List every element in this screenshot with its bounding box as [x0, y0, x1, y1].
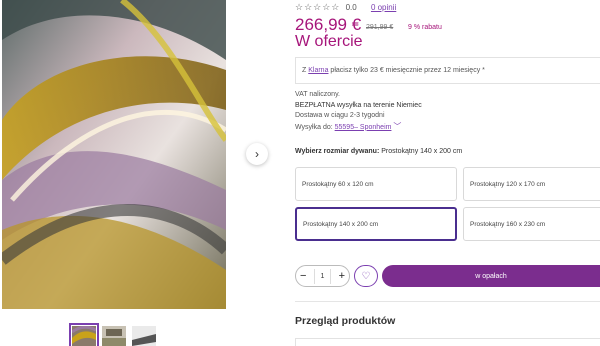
shipping-info: VAT naliczony. BEZPŁATNA wysyłka na tere…	[295, 90, 422, 133]
rating: ☆☆☆☆☆ 0.0 0 opinii	[295, 2, 396, 13]
rating-score: 0.0	[345, 3, 357, 12]
thumbnail-side[interactable]	[132, 326, 156, 346]
quantity-value[interactable]: 1	[313, 268, 332, 284]
thumbnail-room[interactable]	[102, 326, 126, 346]
ship-to-label: Wysyłka do:	[295, 123, 333, 131]
divider	[295, 301, 600, 302]
rug-side-thumb	[132, 326, 156, 346]
chevron-down-icon[interactable]: ﹀	[393, 122, 401, 131]
quantity-decrease-button[interactable]: −	[300, 270, 306, 282]
vat-note: VAT naliczony.	[295, 91, 341, 98]
klarna-prefix: Z	[302, 67, 307, 74]
quantity-increase-button[interactable]: +	[339, 270, 345, 282]
chevron-right-icon: ›	[255, 147, 259, 161]
current-price: 266,99 €	[295, 15, 362, 34]
size-label-text: Wybierz rozmiar dywanu:	[295, 148, 380, 155]
rug-pattern-image	[2, 0, 226, 309]
size-option-160x230[interactable]: Prostokątny 160 x 230 cm	[463, 207, 600, 241]
star-rating-icon: ☆☆☆☆☆	[295, 2, 341, 12]
reviews-heading: Przegląd produktów	[295, 315, 396, 327]
thumbnail-pattern[interactable]	[69, 323, 99, 346]
thumbnail-strip	[69, 323, 156, 346]
product-image[interactable]	[2, 0, 226, 309]
next-image-button[interactable]: ›	[246, 143, 268, 165]
rug-pattern-thumb	[72, 326, 96, 346]
klarna-link[interactable]: Klarna	[308, 67, 328, 74]
klarna-banner: Z Klarna płacisz tylko 23 € miesięcznie …	[295, 57, 600, 84]
size-option-120x170[interactable]: Prostokątny 120 x 170 cm	[463, 167, 600, 201]
availability-status: W ofercie	[295, 33, 363, 50]
size-selector-label: Wybierz rozmiar dywanu: Prostokątny 140 …	[295, 148, 462, 155]
heart-icon: ♡	[361, 270, 371, 282]
opinions-link[interactable]: 0 opinii	[371, 3, 396, 12]
discount-badge: 9 % rabatu	[408, 24, 442, 31]
delivery-time: Dostawa w ciągu 2-3 tygodni	[295, 112, 385, 119]
old-price: 291,99 €	[366, 24, 394, 31]
klarna-text: płacisz tylko 23 € miesięcznie przez 12 …	[330, 67, 485, 74]
size-option-60x120[interactable]: Prostokątny 60 x 120 cm	[295, 167, 457, 201]
size-option-140x200[interactable]: Prostokątny 140 x 200 cm	[295, 207, 457, 241]
size-selected-value: Prostokątny 140 x 200 cm	[381, 148, 463, 155]
wishlist-button[interactable]: ♡	[354, 265, 378, 287]
quantity-stepper: − 1 +	[295, 265, 350, 287]
rug-room-thumb	[102, 326, 126, 346]
free-shipping-note: BEZPŁATNA wysyłka na terenie Niemiec	[295, 101, 422, 109]
reviews-panel	[295, 338, 600, 346]
ship-to-row: Wysyłka do: 55595– Sponheim ﹀	[295, 122, 422, 134]
add-to-cart-button[interactable]: w opałach	[382, 265, 600, 287]
ship-to-link[interactable]: 55595– Sponheim	[335, 124, 392, 131]
